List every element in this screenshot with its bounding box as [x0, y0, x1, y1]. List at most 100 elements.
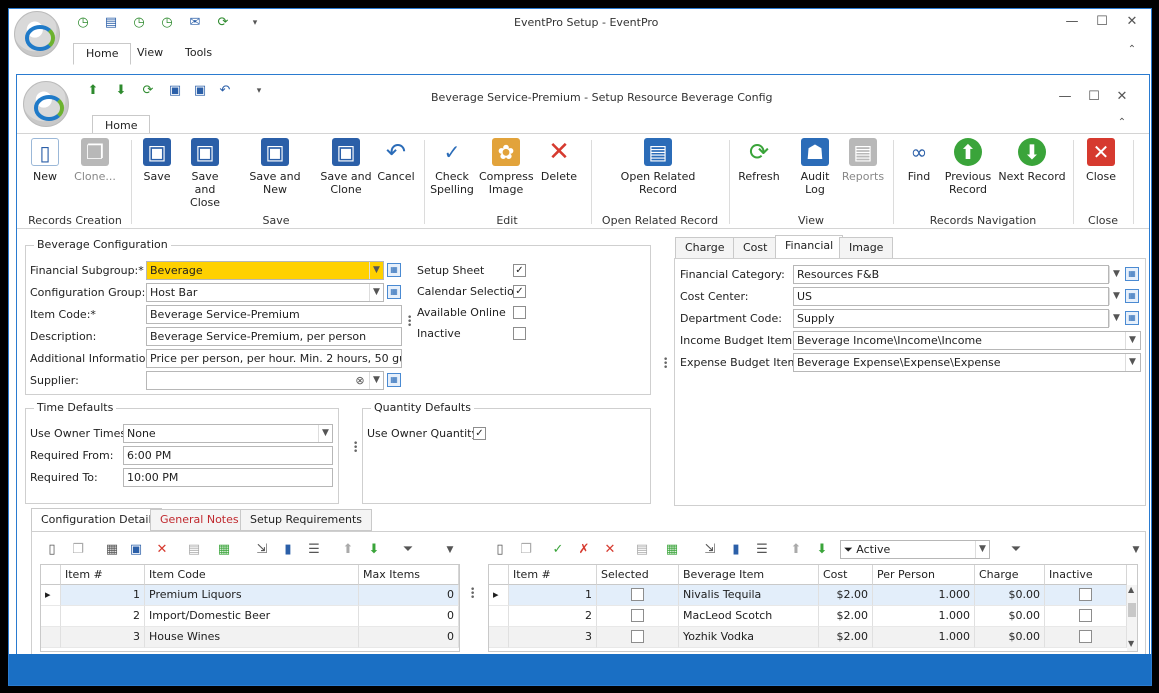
column-header-beverage-item[interactable]: Beverage Item [679, 565, 819, 585]
splitter-handle[interactable]: • • • [470, 586, 475, 603]
mail-icon[interactable]: ✉ [187, 15, 203, 31]
tab-view[interactable]: View [125, 43, 175, 65]
table-cell[interactable]: $0.00 [975, 606, 1045, 627]
table-cell[interactable]: 3 [61, 627, 145, 648]
splitter-handle[interactable]: • • • [407, 314, 412, 331]
delete-x-icon[interactable]: ✕ [602, 542, 618, 558]
chevron-down-icon[interactable]: ▼ [1125, 354, 1139, 371]
chevron-down-icon[interactable]: ▼ [1125, 332, 1139, 349]
check-icon[interactable]: ✓ [550, 542, 566, 558]
eventpro-logo-icon[interactable] [23, 81, 69, 127]
table-cell[interactable] [597, 606, 679, 627]
scrollbar-thumb[interactable] [1128, 603, 1136, 617]
table-cell[interactable] [597, 627, 679, 648]
inactive-checkbox[interactable] [513, 327, 526, 340]
selected-checkbox[interactable] [631, 588, 644, 601]
table-cell[interactable]: $0.00 [975, 627, 1045, 648]
copy-icon[interactable]: ▤ [186, 542, 202, 558]
tab-general-notes[interactable]: General Notes [150, 509, 249, 531]
arrow-down-icon[interactable]: ⬇ [113, 83, 129, 99]
configuration-group-field[interactable]: Host Bar [146, 283, 384, 302]
clear-icon[interactable]: ⊗ [353, 372, 367, 389]
tab-financial[interactable]: Financial [775, 235, 844, 259]
lookup-icon[interactable]: ▦ [1125, 267, 1139, 281]
table-cell[interactable]: 0 [359, 627, 459, 648]
table-cell[interactable]: 1 [509, 585, 597, 606]
column-header-item-number[interactable]: Item # [61, 565, 145, 585]
chevron-down-icon[interactable]: ▼ [369, 284, 383, 301]
income-budget-item-field[interactable]: Beverage Income\Income\Income [793, 331, 1141, 350]
save-and-new-button[interactable]: ▣ Save and New [238, 138, 312, 196]
table-cell[interactable]: MacLeod Scotch [679, 606, 819, 627]
table-cell[interactable]: Premium Liquors [145, 585, 359, 606]
reports-button[interactable]: ▤ Reports [839, 138, 887, 183]
table-cell[interactable]: Yozhik Vodka [679, 627, 819, 648]
scroll-up-icon[interactable]: ▲ [1128, 585, 1134, 594]
chevron-down-icon[interactable]: ▼ [369, 372, 383, 389]
new-button[interactable]: ▯ New [27, 138, 63, 183]
table-cell[interactable]: 1.000 [873, 627, 975, 648]
table-cell[interactable]: House Wines [145, 627, 359, 648]
financial-category-field[interactable]: Resources F&B [793, 265, 1109, 284]
table-cell[interactable]: 2 [61, 606, 145, 627]
save-and-clone-button[interactable]: ▣ Save and Clone [320, 138, 372, 196]
table-cell[interactable]: Import/Domestic Beer [145, 606, 359, 627]
table-cell[interactable]: 2 [509, 606, 597, 627]
close-icon[interactable]: ✕ [1122, 14, 1142, 29]
arrow-down-icon[interactable]: ⬇ [366, 542, 382, 558]
column-header-cost[interactable]: Cost [819, 565, 873, 585]
lookup-icon[interactable]: ▦ [1125, 289, 1139, 303]
chevron-down-icon[interactable]: ▼ [1109, 288, 1123, 305]
document-icon[interactable]: ▤ [103, 15, 119, 31]
table-cell[interactable]: $2.00 [819, 606, 873, 627]
arrow-down-icon[interactable]: ⬇ [814, 542, 830, 558]
chevron-down-icon[interactable]: ▼ [1109, 310, 1123, 327]
tab-tools[interactable]: Tools [173, 43, 224, 65]
tab-setup-requirements[interactable]: Setup Requirements [240, 509, 372, 531]
next-record-button[interactable]: ⬇ Next Record [997, 138, 1067, 183]
chevron-down-icon[interactable]: ▼ [442, 542, 458, 558]
eventpro-logo-icon[interactable] [14, 11, 60, 57]
open-related-record-button[interactable]: ▤ Open Related Record [615, 138, 701, 196]
customize-quick-access-icon[interactable]: ▾ [251, 83, 267, 99]
column-header-item-code[interactable]: Item Code [145, 565, 359, 585]
use-owner-quantity-checkbox[interactable]: ✓ [473, 427, 486, 440]
table-cell[interactable]: 1 [61, 585, 145, 606]
column-header-selected[interactable]: Selected [597, 565, 679, 585]
column-header-item-number[interactable]: Item # [509, 565, 597, 585]
undo-icon[interactable]: ↶ [217, 83, 233, 99]
audit-log-button[interactable]: ☗ Audit Log [795, 138, 835, 196]
table-cell[interactable]: 1.000 [873, 585, 975, 606]
item-code-field[interactable]: Beverage Service-Premium [146, 305, 402, 324]
setup-sheet-checkbox[interactable]: ✓ [513, 264, 526, 277]
available-online-checkbox[interactable] [513, 306, 526, 319]
export-icon[interactable]: ▦ [664, 542, 680, 558]
lookup-icon[interactable]: ▦ [387, 263, 401, 277]
lookup-icon[interactable]: ▦ [1125, 311, 1139, 325]
table-cell[interactable]: $2.00 [819, 627, 873, 648]
required-from-field[interactable]: 6:00 PM [123, 446, 333, 465]
maximize-icon[interactable]: ☐ [1084, 89, 1104, 104]
minimize-icon[interactable]: — [1055, 89, 1075, 104]
selected-checkbox[interactable] [631, 609, 644, 622]
maximize-icon[interactable]: ☐ [1092, 14, 1112, 29]
move-icon[interactable]: ⇲ [254, 542, 270, 558]
check-spelling-button[interactable]: ✓ Check Spelling [429, 138, 475, 196]
clock-icon[interactable]: ◷ [75, 15, 91, 31]
splitter-handle[interactable]: • • • [663, 356, 668, 373]
chevron-down-icon[interactable]: ▼ [1128, 542, 1144, 558]
filter-icon[interactable]: ⏷ [1008, 542, 1024, 558]
clone-button[interactable]: ❐ Clone... [69, 138, 121, 183]
vertical-scrollbar[interactable]: ▲ ▼ [1127, 585, 1137, 651]
scroll-down-icon[interactable]: ▼ [1128, 639, 1134, 648]
column-header-max-items[interactable]: Max Items [359, 565, 459, 585]
clone-icon[interactable]: ❐ [70, 542, 86, 558]
table-cell[interactable] [597, 585, 679, 606]
inactive-checkbox[interactable] [1079, 630, 1092, 643]
move-icon[interactable]: ⇲ [702, 542, 718, 558]
copy-icon[interactable]: ▤ [634, 542, 650, 558]
phone-icon[interactable]: ▮ [280, 542, 296, 558]
lookup-icon[interactable]: ▦ [387, 373, 401, 387]
list-icon[interactable]: ☰ [306, 542, 322, 558]
refresh-icon[interactable]: ⟳ [140, 83, 156, 99]
